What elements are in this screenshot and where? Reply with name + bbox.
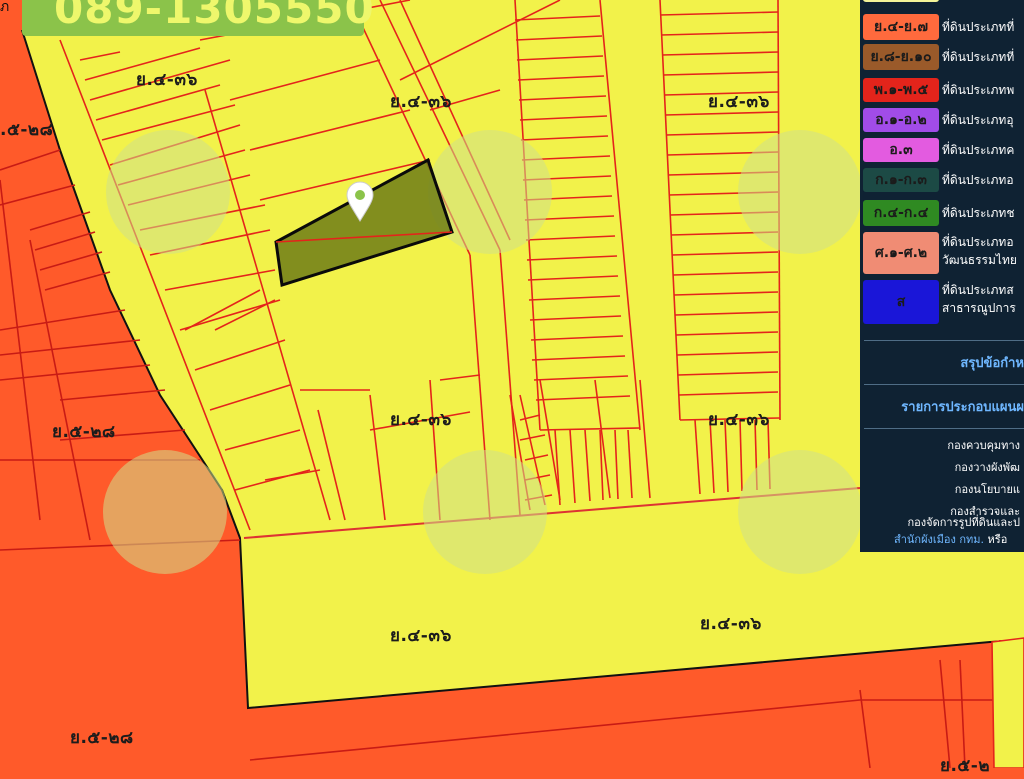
zone-label: ย.๔-๓๖ bbox=[136, 70, 198, 90]
legend-swatch: ศ.๑-ศ.๒ bbox=[863, 232, 939, 274]
corner-text: ภ bbox=[0, 0, 10, 15]
legend-text: ที่ดินประเภทพ bbox=[942, 82, 1015, 97]
legend-row: ย.๔-ย.๗ ที่ดินประเภทที่ bbox=[860, 12, 1024, 42]
legend-row: ศ.๑-ศ.๒ ที่ดินประเภทอวัฒนธรรมไทย bbox=[860, 230, 1024, 276]
office-item: กองควบคุมทาง bbox=[947, 439, 1020, 452]
legend-row: ก.๑-ก.๓ ที่ดินประเภทอ bbox=[860, 166, 1024, 194]
legend-text-line2: สาธารณูปการ bbox=[942, 301, 1016, 315]
zone-label: ย.๕-๒๘ bbox=[70, 728, 134, 748]
zone-label: .๕-๒๘ bbox=[0, 120, 54, 140]
footer-suffix: หรือ bbox=[987, 533, 1008, 546]
legend-row: ก.๔-ก.๔ ที่ดินประเภทช bbox=[860, 198, 1024, 228]
legend-swatch: ย.๔-ย.๗ bbox=[863, 14, 939, 40]
legend-row: สที่ดินประเภทสสาธารณูปการ bbox=[860, 278, 1024, 326]
legend-separator bbox=[864, 384, 1024, 385]
legend-swatch: พ.๑-พ.๕ bbox=[863, 78, 939, 102]
zone-label: ย.๔-๓๖ bbox=[390, 410, 452, 430]
zone-label: ย.๕-๒๘ bbox=[52, 422, 116, 442]
legend-panel: ย.๑-ย.๓ที่ดินประเภทที่ย.๔-ย.๗ที่ดินประเภ… bbox=[860, 0, 1024, 552]
zone-label: ย.๔-๓๖ bbox=[708, 92, 770, 112]
legend-text: ที่ดินประเภทที่ bbox=[942, 49, 1015, 64]
legend-swatch: ย.๘-ย.๑๐ bbox=[863, 44, 939, 70]
legend-row: ย.๑-ย.๓ที่ดินประเภทที่ bbox=[860, 0, 1024, 4]
legend-text: ที่ดินประเภทช bbox=[942, 205, 1015, 220]
zone-label: ย.๕-๒ bbox=[940, 756, 991, 776]
office-item: กองวางผังพัฒ bbox=[954, 461, 1020, 474]
legend-text: ที่ดินประเภทที่ bbox=[942, 19, 1015, 34]
legend-swatch: ส bbox=[863, 280, 939, 324]
zone-label: ย.๔-๓๖ bbox=[708, 410, 770, 430]
office-item: กองนโยบายแ bbox=[954, 483, 1020, 496]
legend-footer: สำนักผังเมือง กทม. หรือ bbox=[894, 530, 1007, 548]
legend-text: ที่ดินประเภทอ bbox=[942, 172, 1014, 187]
legend-swatch: อ.๓ bbox=[863, 138, 939, 162]
legend-separator bbox=[864, 428, 1024, 429]
footer-office-name[interactable]: สำนักผังเมือง กทม. bbox=[894, 533, 984, 546]
legend-text: ที่ดินประเภทที่ bbox=[942, 0, 1014, 2]
phone-number[interactable]: 089-1305550 bbox=[54, 0, 375, 32]
summary-heading[interactable]: สรุปข้อกำห bbox=[860, 352, 1024, 373]
legend-row: อ.๓ ที่ดินประเภทค bbox=[860, 136, 1024, 164]
legend-row: ย.๘-ย.๑๐ ที่ดินประเภทที่ bbox=[860, 42, 1024, 72]
legend-text: ที่ดินประเภทค bbox=[942, 142, 1015, 157]
zone-label: ย.๔-๓๖ bbox=[390, 92, 452, 112]
legend-text-line2: วัฒนธรรมไทย bbox=[942, 253, 1017, 267]
legend-swatch: อ.๑-อ.๒ bbox=[863, 108, 939, 132]
zone-yellow-patch bbox=[991, 637, 1024, 768]
legend-swatch: ย.๑-ย.๓ bbox=[863, 0, 939, 2]
legend-text: ที่ดินประเภทอ bbox=[942, 235, 1014, 249]
legend-text: ที่ดินประเภทอุ bbox=[942, 112, 1014, 127]
legend-swatch: ก.๔-ก.๔ bbox=[863, 200, 939, 226]
components-heading[interactable]: รายการประกอบแผนผ bbox=[860, 396, 1024, 417]
zone-label: ย.๔-๓๖ bbox=[390, 626, 452, 646]
zone-label: ย.๔-๓๖ bbox=[700, 614, 762, 634]
office-item: กองจัดการรูปที่ดินและป bbox=[907, 516, 1021, 529]
legend-row: พ.๑-พ.๕ ที่ดินประเภทพ bbox=[860, 76, 1024, 104]
legend-separator bbox=[864, 340, 1024, 341]
legend-text: ที่ดินประเภทส bbox=[942, 283, 1014, 297]
legend-swatch: ก.๑-ก.๓ bbox=[863, 168, 939, 192]
legend-row: อ.๑-อ.๒ ที่ดินประเภทอุ bbox=[860, 106, 1024, 134]
